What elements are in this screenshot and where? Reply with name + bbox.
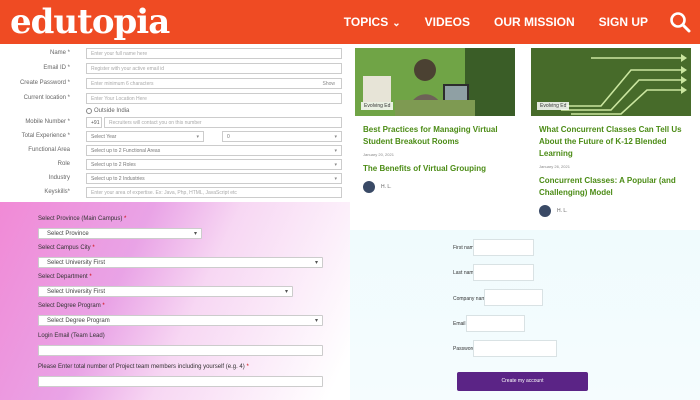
program-label: Select Degree Program *	[38, 303, 105, 309]
login-email-input[interactable]	[38, 345, 323, 356]
show-password-button[interactable]: Show	[322, 79, 335, 89]
password-label: Password	[453, 346, 475, 352]
campus-form: Select Province (Main Campus) * Select P…	[0, 202, 350, 400]
email-label: Email ID *	[43, 65, 70, 71]
nav-topics[interactable]: TOPICS ⌄	[344, 15, 401, 29]
city-label: Select Campus City *	[38, 245, 95, 251]
location-input[interactable]: Enter Your Location Here	[86, 93, 342, 104]
email-label: Email	[453, 321, 466, 327]
keyskills-label: Keyskills*	[44, 189, 70, 195]
nav-our-mission[interactable]: OUR MISSION	[494, 15, 575, 29]
chevron-down-icon: ▾	[334, 176, 337, 182]
experience-label: Total Experience *	[21, 133, 70, 139]
chevron-down-icon: ▾	[314, 318, 318, 324]
password-input[interactable]	[473, 340, 557, 357]
city-select[interactable]: Select University First ▾	[38, 257, 323, 268]
article-author: H. L.	[355, 181, 515, 193]
location-row: Current location * Enter Your Location H…	[0, 93, 350, 107]
outside-india-radio[interactable]	[86, 108, 92, 114]
chevron-down-icon: ▾	[284, 289, 288, 295]
article-author: H. L.	[531, 205, 691, 217]
search-icon[interactable]	[668, 10, 692, 34]
members-label: Please Enter total number of Project tea…	[38, 364, 249, 370]
password-label: Create Password *	[19, 80, 70, 86]
experience-row: Total Experience * Select Year ▾ 0 ▾	[0, 131, 350, 145]
edutopia-logo[interactable]: edutopia	[10, 0, 170, 44]
role-row: Role Select up to 2 Roles ▾	[0, 159, 350, 173]
nav-sign-up[interactable]: SIGN UP	[599, 15, 648, 29]
department-label: Select Department *	[38, 274, 92, 280]
province-label: Select Province (Main Campus) *	[38, 216, 127, 222]
avatar	[539, 205, 551, 217]
first-name-input[interactable]	[473, 239, 534, 256]
keyskills-row: Keyskills* Enter your area of expertise.…	[0, 187, 350, 201]
article-image[interactable]: Evolving Ed	[355, 48, 515, 116]
mobile-input[interactable]: Recruiters will contact you on this numb…	[104, 117, 342, 128]
email-row: Email ID * Register with your active ema…	[0, 63, 350, 77]
author-name[interactable]: H. L.	[381, 184, 392, 190]
name-input[interactable]: Enter your full name here	[86, 48, 342, 59]
company-name-label: Company name	[453, 296, 489, 302]
avatar	[363, 181, 375, 193]
article-tag[interactable]: Evolving Ed	[537, 102, 570, 110]
article-card[interactable]: Evolving Ed What Concurrent Classes Can …	[531, 48, 691, 230]
email-input[interactable]	[466, 315, 525, 332]
chevron-down-icon: ⌄	[392, 18, 401, 29]
role-label: Role	[57, 161, 70, 167]
industry-row: Industry Select up to 2 Industries ▾	[0, 173, 350, 187]
chevron-down-icon: ▾	[334, 134, 337, 140]
department-select[interactable]: Select University First ▾	[38, 286, 293, 297]
login-email-label: Login Email (Team Lead)	[38, 333, 105, 339]
site-header: edutopia TOPICS ⌄ VIDEOS OUR MISSION SIGN…	[0, 0, 700, 44]
role-select[interactable]: Select up to 2 Roles ▾	[86, 159, 342, 170]
article-title[interactable]: What Concurrent Classes Can Tell Us Abou…	[531, 124, 691, 160]
chevron-down-icon: ▾	[314, 260, 318, 266]
article-card[interactable]: Evolving Ed Best Practices for Managing …	[355, 48, 515, 193]
industry-label: Industry	[48, 175, 70, 181]
create-account-button[interactable]: Create my account	[457, 372, 588, 391]
functional-area-label: Functional Area	[28, 147, 70, 153]
country-code[interactable]: +91	[86, 117, 102, 128]
article-date: January 20, 2021	[363, 152, 394, 157]
industry-select[interactable]: Select up to 2 Industries ▾	[86, 173, 342, 184]
company-name-input[interactable]	[484, 289, 543, 306]
members-input[interactable]	[38, 376, 323, 387]
mobile-label: Mobile Number *	[25, 119, 70, 125]
program-select[interactable]: Select Degree Program ▾	[38, 315, 323, 326]
email-input[interactable]: Register with your active email id	[86, 63, 342, 74]
keyskills-input[interactable]: Enter your area of expertise. Ex: Java, …	[86, 187, 342, 198]
functional-area-row: Functional Area Select up to 2 Functiona…	[0, 145, 350, 159]
signup-form: First name Last name Company name Email …	[350, 230, 700, 400]
chevron-down-icon: ▾	[193, 231, 197, 237]
experience-month-select[interactable]: 0 ▾	[222, 131, 342, 142]
functional-area-select[interactable]: Select up to 2 Functional Areas ▾	[86, 145, 342, 156]
name-row: Name * Enter your full name here	[0, 48, 350, 62]
nav-videos[interactable]: VIDEOS	[425, 15, 470, 29]
profile-form: Name * Enter your full name here Email I…	[0, 44, 350, 202]
mobile-row: Mobile Number * +91 Recruiters will cont…	[0, 117, 350, 131]
article-date: January 26, 2021	[539, 164, 570, 169]
related-article-title[interactable]: Concurrent Classes: A Popular (and Chall…	[531, 175, 691, 199]
related-article-title[interactable]: The Benefits of Virtual Grouping	[355, 163, 515, 175]
password-input[interactable]: Enter minimum 6 characters Show	[86, 78, 342, 89]
last-name-input[interactable]	[473, 264, 534, 281]
name-label: Name *	[49, 50, 70, 56]
province-select[interactable]: Select Province ▾	[38, 228, 202, 239]
chevron-down-icon: ▾	[196, 134, 199, 140]
main-nav: TOPICS ⌄ VIDEOS OUR MISSION SIGN UP	[320, 0, 648, 44]
chevron-down-icon: ▾	[334, 148, 337, 154]
password-row: Create Password * Enter minimum 6 charac…	[0, 78, 350, 92]
author-name[interactable]: H. L.	[557, 208, 568, 214]
article-title[interactable]: Best Practices for Managing Virtual Stud…	[355, 124, 515, 148]
location-label: Current location *	[23, 95, 70, 101]
experience-year-select[interactable]: Select Year ▾	[86, 131, 204, 142]
chevron-down-icon: ▾	[334, 162, 337, 168]
article-image[interactable]: Evolving Ed	[531, 48, 691, 116]
article-tag[interactable]: Evolving Ed	[361, 102, 394, 110]
outside-india-label: Outside India	[94, 108, 130, 114]
